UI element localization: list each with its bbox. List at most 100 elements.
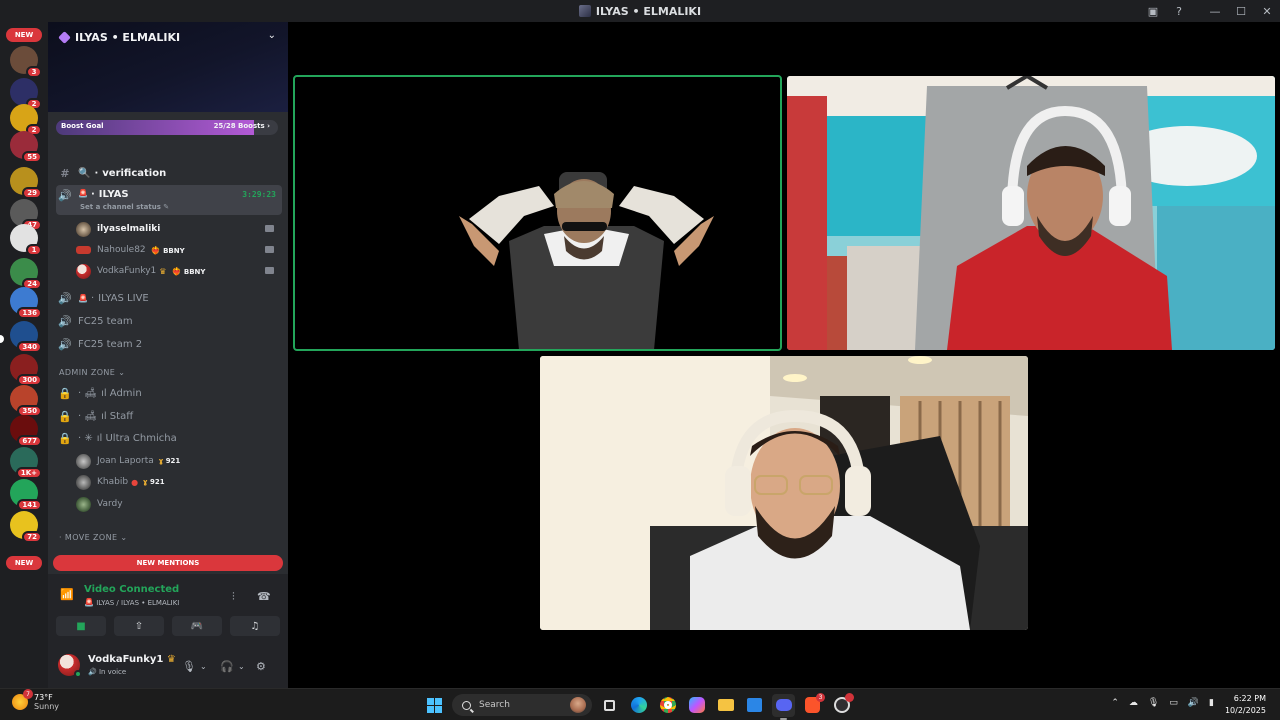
discord-icon <box>775 699 792 711</box>
username[interactable]: VodkaFunky1 ♛ <box>88 654 176 665</box>
unread-badge: 677 <box>17 435 42 447</box>
inbox-icon[interactable]: ▣ <box>1140 0 1166 22</box>
category-move-zone[interactable]: · MOVE ZONE ⌄ <box>59 533 127 542</box>
noise-suppression-icon[interactable]: ⫶ <box>232 590 235 604</box>
channel-verification[interactable]: # 🔍 · verification <box>56 162 282 184</box>
server-icon[interactable]: 2 <box>10 78 42 110</box>
clock-time: 6:22 PM <box>1233 694 1266 703</box>
camera-toggle-button[interactable]: ■ <box>56 616 106 636</box>
voice-channel-staff[interactable]: 🔒 · 🛋 ıl Staff <box>56 405 282 427</box>
server-icon[interactable]: 47 <box>10 199 42 231</box>
discord-button[interactable] <box>772 693 795 720</box>
clock-date: 10/2/2025 <box>1224 706 1266 715</box>
server-icon[interactable]: 24 <box>10 258 42 290</box>
category-admin-zone[interactable]: ADMIN ZONE ⌄ <box>59 368 125 377</box>
video-stage <box>288 22 1280 688</box>
avatar <box>76 246 91 254</box>
chevron-down-icon[interactable]: ⌄ <box>200 662 207 671</box>
help-icon[interactable]: ? <box>1166 0 1192 22</box>
brave-button[interactable]: 3 <box>801 692 825 717</box>
server-icon[interactable]: 1 <box>10 224 42 256</box>
screen-share-icon: ⇧ <box>134 620 144 632</box>
voice-member[interactable]: Vardy <box>76 494 123 514</box>
boxing-glove-icon: ● <box>131 477 139 487</box>
server-icon[interactable]: 141 <box>10 479 42 511</box>
soundboard-button[interactable]: ♫ <box>230 616 280 636</box>
voice-member[interactable]: Khabib ● ɣ 921 <box>76 472 165 492</box>
channel-status-hint[interactable]: Set a channel status ✎ <box>80 203 169 211</box>
server-icon[interactable]: 3 <box>10 46 42 78</box>
chevron-up-icon[interactable]: ⌃ <box>1111 698 1119 708</box>
server-icon[interactable]: 136 <box>10 287 42 319</box>
voice-member[interactable]: Nahoule82 ❤‍🔥 BBNY <box>76 240 185 260</box>
taskbar-search[interactable]: Search <box>452 694 592 716</box>
screen-share-button[interactable]: ⇧ <box>114 616 164 636</box>
server-icon[interactable]: 29 <box>10 167 42 199</box>
new-mentions-button[interactable]: NEW MENTIONS <box>53 555 283 571</box>
maximize-button[interactable]: ☐ <box>1228 0 1254 22</box>
server-icon[interactable]: 300 <box>10 354 42 386</box>
chevron-down-icon[interactable]: ⌄ <box>238 662 245 671</box>
voice-member[interactable]: Joan Laporta ɣ 921 <box>76 451 180 471</box>
microphone-icon[interactable]: 🎙 <box>1148 698 1159 708</box>
server-icon[interactable]: 677 <box>10 415 42 447</box>
task-view-button[interactable] <box>598 694 621 717</box>
sun-icon: 7 <box>12 689 33 710</box>
server-icon[interactable]: 2 <box>10 104 42 136</box>
voice-status[interactable]: Video Connected <box>84 584 179 595</box>
unread-badge: 136 <box>17 307 42 319</box>
minimize-button[interactable]: — <box>1202 0 1228 22</box>
lock-icon: 🔒 <box>58 431 72 445</box>
windows-logo-icon <box>427 697 442 713</box>
siren-emoji-icon: 🚨 <box>78 189 88 198</box>
voice-channel-fc25-team-2[interactable]: 🔊 FC25 team 2 <box>56 333 282 355</box>
server-icon[interactable]: 1K+ <box>10 447 42 479</box>
gear-icon[interactable]: ⚙ <box>256 660 266 673</box>
battery-icon[interactable]: ▮ <box>1209 698 1214 708</box>
voice-channel-fc25-team[interactable]: 🔊 FC25 team <box>56 310 282 332</box>
activities-button[interactable]: 🎮 <box>172 616 222 636</box>
taskbar-clock[interactable]: 6:22 PM 10/2/2025 <box>1225 693 1266 717</box>
server-icon[interactable]: 72 <box>10 511 42 543</box>
close-button[interactable]: ✕ <box>1254 0 1280 22</box>
display-icon[interactable]: ▭ <box>1169 698 1178 708</box>
server-icon[interactable]: 340 <box>10 321 42 353</box>
obs-button[interactable] <box>830 692 854 717</box>
video-tile-member-2[interactable] <box>787 76 1275 350</box>
start-button[interactable] <box>423 694 446 717</box>
server-icon[interactable]: 350 <box>10 385 42 417</box>
voice-channel-ultra[interactable]: 🔒 · ✳ ıl Ultra Chmicha <box>56 427 282 449</box>
unread-badge: 3 <box>26 66 42 78</box>
brave-badge: 3 <box>816 692 825 702</box>
disconnect-icon[interactable]: ☎ <box>257 590 271 603</box>
server-name-header[interactable]: ILYAS • ELMALIKI <box>58 31 180 44</box>
unread-badge: 1K+ <box>15 467 42 479</box>
new-unreads-pill-bottom[interactable]: NEW <box>6 556 42 570</box>
voice-member[interactable]: ilyaselmaliki <box>76 219 160 239</box>
copilot-button[interactable] <box>685 694 708 717</box>
voice-channel-admin[interactable]: 🔒 · 🛋 ıl Admin <box>56 382 282 404</box>
signal-icon[interactable]: 📶 <box>60 588 74 601</box>
member-name: Joan Laporta <box>97 456 154 466</box>
cloud-icon[interactable]: ☁ <box>1129 698 1138 708</box>
video-tile-member-3[interactable] <box>540 356 1028 630</box>
boost-goal-bar[interactable]: Boost Goal 25/28 Boosts › <box>56 120 278 135</box>
weather-widget[interactable]: 7 73°F Sunny <box>12 689 59 711</box>
file-explorer-button[interactable] <box>714 694 737 717</box>
member-tag: ❤‍🔥 BBNY <box>150 245 185 255</box>
chevron-down-icon[interactable]: ⌄ <box>268 30 276 41</box>
voice-channel-ilyas[interactable]: 🔊 🚨 · ILYAS 3:29:23 Set a channel status… <box>56 185 282 215</box>
store-button[interactable] <box>743 694 766 717</box>
new-unreads-pill-top[interactable]: NEW <box>6 28 42 42</box>
microphone-icon[interactable]: 🎙 <box>182 660 196 673</box>
voice-member[interactable]: VodkaFunky1 ♛ ❤‍🔥 BBNY <box>76 261 205 281</box>
chrome-button[interactable] <box>656 694 679 717</box>
video-tile-ilyas[interactable] <box>293 75 782 351</box>
voice-location[interactable]: 🚨 ILYAS / ILYAS • ELMALIKI <box>84 598 179 607</box>
avatar[interactable] <box>58 654 82 678</box>
voice-channel-ilyas-live[interactable]: 🔊 🚨 · ILYAS LIVE <box>56 287 282 309</box>
headphones-icon[interactable]: 🎧 <box>220 660 234 673</box>
server-icon[interactable]: 55 <box>10 131 42 163</box>
volume-icon[interactable]: 🔊 <box>1188 698 1199 708</box>
edge-button[interactable] <box>627 694 650 717</box>
